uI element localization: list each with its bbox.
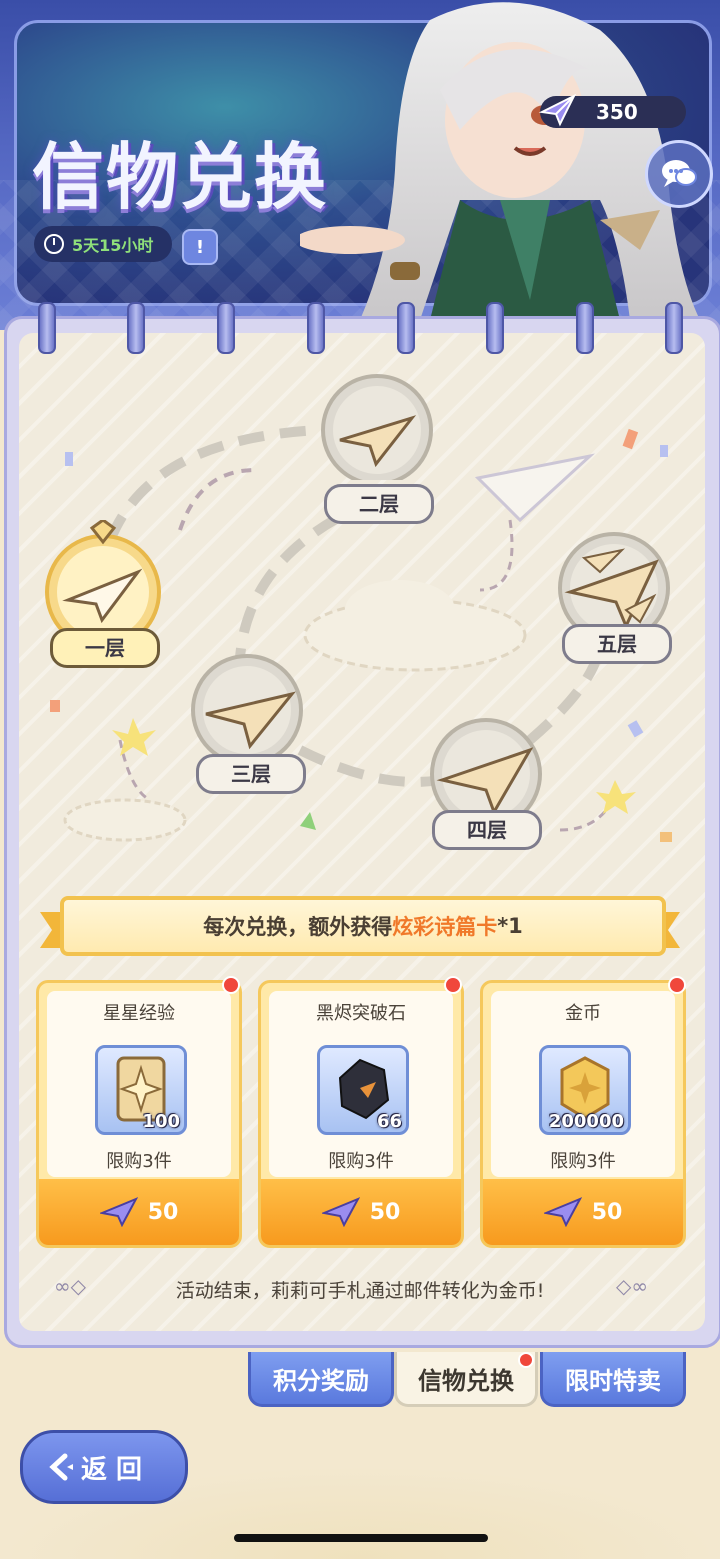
floor-label: 二层 [324, 484, 434, 524]
binder-ring [665, 302, 683, 354]
notification-dot [444, 976, 462, 994]
floor-label: 一层 [50, 628, 160, 668]
exchange-card[interactable]: 黑烬突破石 66 限购3件 50 [258, 980, 464, 1248]
exchange-button[interactable]: 50 [261, 1179, 461, 1245]
cloud-icon [63, 798, 187, 842]
binder-ring [486, 302, 504, 354]
bonus-banner: 每次兑换，额外获得 炫彩诗篇卡 *1 [60, 896, 666, 956]
item-name: 黑烬突破石 [316, 1003, 406, 1024]
item-quantity: 100 [142, 1111, 180, 1132]
exchange-card[interactable]: 金币 200000 限购3件 50 [480, 980, 686, 1248]
paper-plane-icon [45, 518, 161, 650]
price: 50 [591, 1199, 623, 1225]
ornament-icon: ◇∞ [616, 1274, 649, 1298]
currency-value: 350 [596, 100, 638, 124]
cloud-icon [303, 580, 527, 672]
home-indicator[interactable] [234, 1534, 488, 1542]
notification-dot [668, 976, 686, 994]
book-icon: ! [195, 236, 205, 258]
timer-text: 5天15小时 [72, 236, 154, 255]
purchase-limit: 限购3件 [550, 1151, 616, 1172]
item-quantity: 200000 [548, 1111, 624, 1132]
binder-ring [127, 302, 145, 354]
clock-icon [44, 234, 64, 254]
item-quantity: 66 [376, 1111, 402, 1132]
notification-dot [222, 976, 240, 994]
banner-prefix: 每次兑换，额外获得 [203, 915, 393, 939]
item-slot: 66 [317, 1045, 409, 1135]
tab-limited-sale[interactable]: 限时特卖 [540, 1352, 686, 1407]
paper-plane-currency-icon [99, 1197, 138, 1227]
item-slot: 100 [95, 1045, 187, 1135]
binder-ring [217, 302, 235, 354]
item-name: 金币 [565, 1003, 601, 1024]
event-timer: 5天15小时 [34, 226, 172, 262]
floor-label: 五层 [562, 624, 672, 664]
floor-label: 四层 [432, 810, 542, 850]
notification-dot [518, 1352, 534, 1368]
price: 50 [369, 1199, 401, 1225]
floor-node-4[interactable]: 四层 [426, 712, 546, 850]
price: 50 [147, 1199, 179, 1225]
currency-display: 350 [538, 93, 686, 128]
floor-node-1[interactable]: 一层 [40, 518, 166, 668]
paper-plane-currency-icon [321, 1197, 360, 1227]
binder-ring [307, 302, 325, 354]
floor-node-3[interactable]: 三层 [188, 650, 306, 794]
floor-label: 三层 [196, 754, 306, 794]
exchange-button[interactable]: 50 [39, 1179, 239, 1245]
paper-plane-icon [321, 374, 433, 486]
item-name: 星星经验 [103, 1003, 175, 1024]
chat-bubble-icon [662, 160, 697, 187]
tab-token-exchange[interactable]: 信物兑换 [394, 1352, 538, 1407]
exchange-card[interactable]: 星星经验 100 限购3件 50 [36, 980, 242, 1248]
binder-ring [576, 302, 594, 354]
tab-points-reward[interactable]: 积分奖励 [248, 1352, 394, 1407]
exchange-button[interactable]: 50 [483, 1179, 683, 1245]
rules-button[interactable]: ! [182, 229, 218, 265]
paper-plane-icon [191, 654, 303, 766]
banner-suffix: *1 [497, 914, 523, 938]
binder-ring [397, 302, 415, 354]
paper-plane-currency-icon [543, 1197, 582, 1227]
floor-node-5[interactable]: 五层 [554, 530, 674, 664]
back-arrow-icon [39, 1446, 81, 1488]
chat-button[interactable] [645, 140, 713, 208]
banner-highlight: 炫彩诗篇卡 [392, 915, 498, 939]
paper-plane-icon [430, 718, 542, 830]
page-title: 信物兑换 [32, 135, 329, 219]
purchase-limit: 限购3件 [328, 1151, 394, 1172]
paper-plane-currency-icon [538, 93, 577, 127]
item-slot: 200000 [539, 1045, 631, 1135]
floor-node-2[interactable]: 二层 [318, 360, 436, 524]
binder-ring [38, 302, 56, 354]
footer-note: 活动结束，莉莉可手札通过邮件转化为金币! [175, 1280, 545, 1302]
purchase-limit: 限购3件 [106, 1151, 172, 1172]
back-label: 返 回 [81, 1454, 143, 1485]
back-button[interactable]: 返 回 [20, 1430, 188, 1504]
